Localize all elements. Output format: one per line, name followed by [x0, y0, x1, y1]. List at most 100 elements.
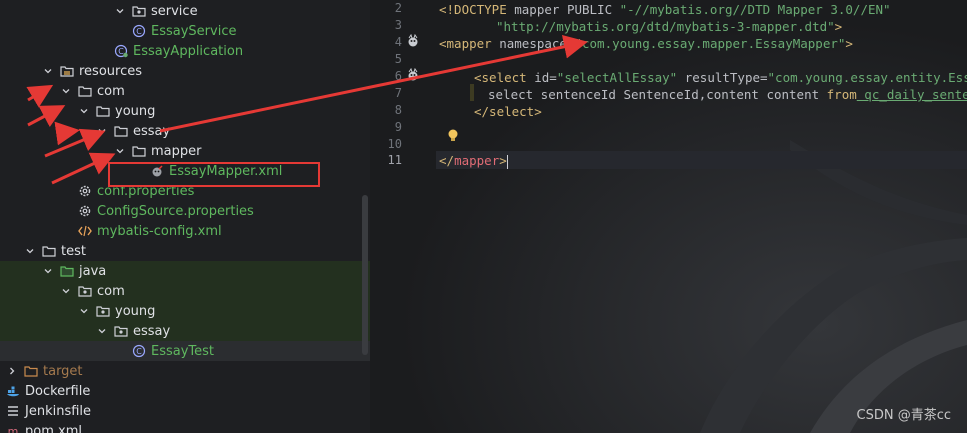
tree-item-label: java: [79, 263, 107, 279]
folder-icon: [132, 144, 146, 158]
line-number-gutter[interactable]: 2 3 4 5 6 7 8 9 10 11: [370, 0, 436, 433]
tree-item-label: essay: [133, 323, 171, 339]
tree-item[interactable]: java: [0, 261, 370, 281]
chevron-right-icon[interactable]: [6, 365, 18, 377]
chevron-down-icon[interactable]: [42, 265, 54, 277]
chevron-down-icon[interactable]: [24, 245, 36, 257]
xml-icon: [78, 224, 92, 238]
code-line-8[interactable]: </select>: [474, 103, 542, 120]
tree-item[interactable]: C EssayApplication: [0, 41, 370, 61]
svg-text:m: m: [8, 425, 19, 433]
tree-item[interactable]: mybatis-config.xml: [0, 221, 370, 241]
resources-folder-icon: [60, 64, 74, 78]
chevron-down-icon[interactable]: [78, 105, 90, 117]
indent-guide: [470, 84, 474, 101]
tree-item[interactable]: young: [0, 101, 370, 121]
tree-item[interactable]: service: [0, 1, 370, 21]
code-editor[interactable]: 2 3 4 5 6 7 8 9 10 11 <!DOCTYPE mapper P…: [370, 0, 967, 433]
code-line-4[interactable]: <mapper namespace="com.young.essay.mappe…: [439, 35, 853, 52]
tree-item[interactable]: C EssayTest: [0, 341, 370, 361]
mybatis-gutter-icon[interactable]: [406, 34, 420, 48]
tree-item-label: young: [115, 103, 156, 119]
test-folder-icon: [60, 264, 74, 278]
package-icon: [132, 4, 146, 18]
tree-item[interactable]: Dockerfile: [0, 381, 370, 401]
code-line-2[interactable]: <!DOCTYPE mapper PUBLIC "-//mybatis.org/…: [439, 1, 891, 18]
tree-item-label: mybatis-config.xml: [97, 223, 222, 239]
svg-text:C: C: [136, 347, 142, 356]
chevron-down-icon[interactable]: [78, 305, 90, 317]
tree-scrollbar[interactable]: [362, 195, 368, 355]
code-line-7[interactable]: select sentenceId SentenceId,content con…: [488, 86, 967, 103]
project-tree[interactable]: service C EssayService C EssayApplication res…: [0, 0, 370, 433]
mybatis-gutter-icon[interactable]: [406, 68, 420, 82]
annotation-highlight-box: [108, 162, 320, 187]
package-icon: [78, 284, 92, 298]
tree-item-label: EssayService: [151, 23, 237, 39]
tree-item[interactable]: resources: [0, 61, 370, 81]
line-number: 5: [394, 52, 402, 66]
line-number: 10: [387, 137, 402, 151]
spring-boot-icon: C: [114, 44, 128, 58]
tree-item-label: target: [43, 363, 83, 379]
line-number: 9: [394, 120, 402, 134]
tree-item-label: com: [97, 83, 125, 99]
tree-item[interactable]: mapper: [0, 141, 370, 161]
chevron-down-icon[interactable]: [60, 285, 72, 297]
tree-item[interactable]: m pom.xml: [0, 421, 370, 433]
code-line-11[interactable]: </mapper>: [439, 152, 508, 169]
chevron-down-icon[interactable]: [96, 125, 108, 137]
properties-gear-icon: [78, 204, 92, 218]
lightbulb-icon[interactable]: [446, 128, 460, 144]
code-line-3[interactable]: "http://mybatis.org/dtd/mybatis-3-mapper…: [496, 18, 842, 35]
code-line-6[interactable]: <select id="selectAllEssay" resultType="…: [474, 69, 967, 86]
tree-item[interactable]: essay: [0, 121, 370, 141]
tree-item-label: EssayApplication: [133, 43, 244, 59]
tree-item-label: com: [97, 283, 125, 299]
interface-icon: C: [132, 24, 146, 38]
line-number: 8: [394, 103, 402, 117]
tree-item-label: essay: [133, 123, 171, 139]
watermark: CSDN @青茶cc: [856, 408, 952, 423]
tree-item-label: test: [61, 243, 86, 259]
class-icon: C: [132, 344, 146, 358]
chevron-down-icon[interactable]: [114, 5, 126, 17]
chevron-down-icon[interactable]: [42, 65, 54, 77]
current-line-highlight: [436, 151, 967, 169]
tree-item[interactable]: com: [0, 81, 370, 101]
chevron-down-icon[interactable]: [60, 85, 72, 97]
svg-text:C: C: [118, 47, 124, 56]
excluded-folder-icon: [24, 364, 38, 378]
jenkins-icon: [6, 404, 20, 418]
chevron-down-icon[interactable]: [114, 145, 126, 157]
tree-item[interactable]: young: [0, 301, 370, 321]
text-cursor: [506, 154, 508, 169]
tree-item-label: mapper: [151, 143, 202, 159]
package-icon: [96, 304, 110, 318]
tree-item[interactable]: C EssayService: [0, 21, 370, 41]
chevron-down-icon[interactable]: [96, 325, 108, 337]
tree-item[interactable]: com: [0, 281, 370, 301]
tree-item-label: EssayTest: [151, 343, 215, 359]
folder-icon: [42, 244, 56, 258]
docker-icon: [6, 384, 20, 398]
line-number: 11: [387, 153, 402, 167]
tree-item-label: pom.xml: [25, 423, 82, 433]
tree-item[interactable]: target: [0, 361, 370, 381]
tree-item[interactable]: test: [0, 241, 370, 261]
tree-item[interactable]: Jenkinsfile: [0, 401, 370, 421]
folder-icon: [96, 104, 110, 118]
editor-background-image: [370, 0, 967, 433]
line-number: 2: [394, 1, 402, 15]
maven-icon: m: [6, 424, 20, 433]
line-number: 3: [394, 18, 402, 32]
folder-icon: [114, 124, 128, 138]
svg-text:C: C: [136, 27, 142, 36]
tree-item[interactable]: ConfigSource.properties: [0, 201, 370, 221]
package-icon: [114, 324, 128, 338]
tree-item[interactable]: essay: [0, 321, 370, 341]
line-number: 7: [394, 86, 402, 100]
line-number: 4: [394, 35, 402, 49]
properties-gear-icon: [78, 184, 92, 198]
folder-icon: [78, 84, 92, 98]
